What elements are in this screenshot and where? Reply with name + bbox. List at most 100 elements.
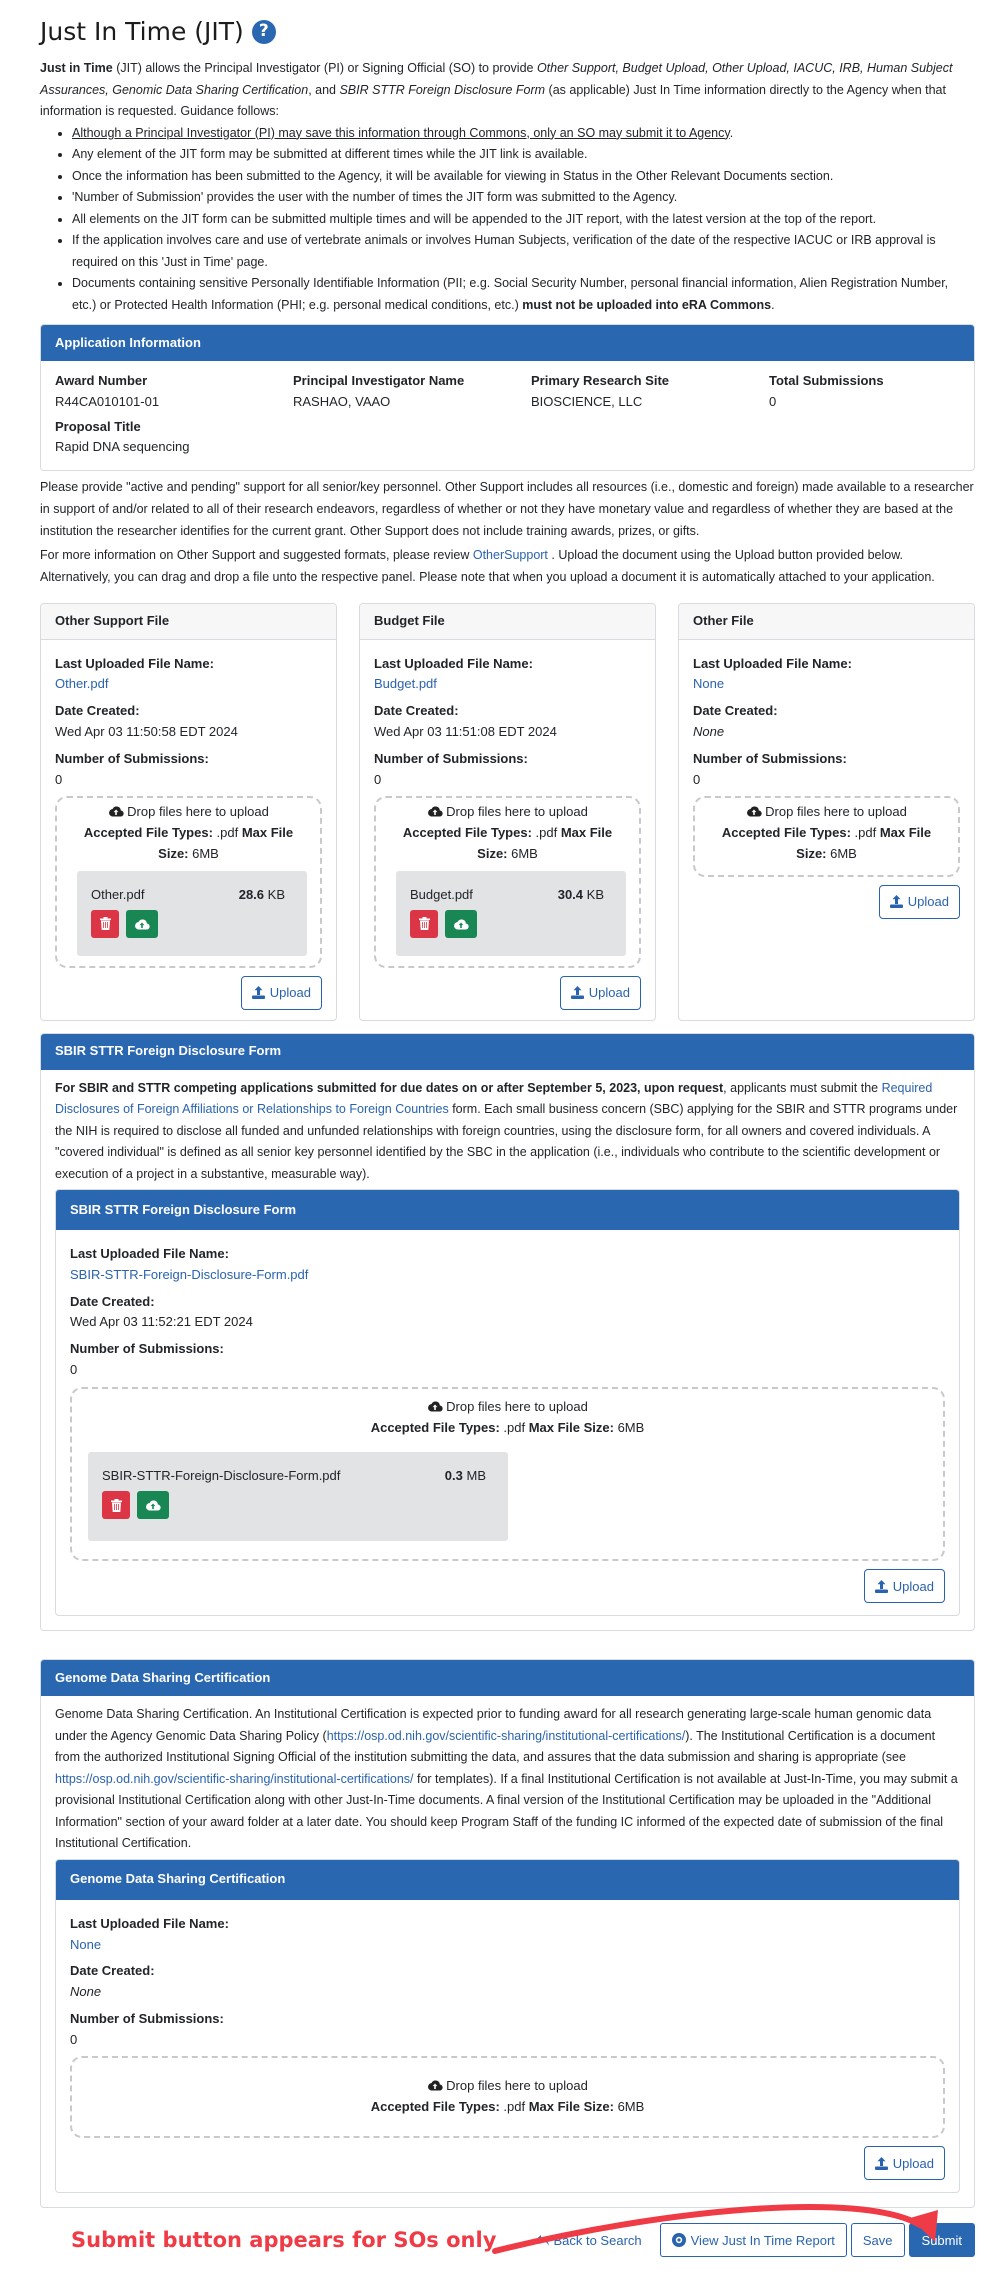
submissions-label: Number of Submissions: bbox=[693, 750, 847, 766]
annotation-text: Submit button appears for SOs only bbox=[71, 2228, 497, 2253]
delete-file-button[interactable] bbox=[410, 909, 438, 938]
delete-file-button[interactable] bbox=[102, 1491, 130, 1520]
sbir-sttr-description: For SBIR and STTR competing applications… bbox=[55, 1080, 958, 1181]
award-number-label: Award Number bbox=[55, 373, 148, 388]
trash-icon bbox=[418, 917, 430, 931]
research-site-label: Primary Research Site bbox=[531, 373, 670, 388]
upload-button[interactable]: Upload bbox=[240, 975, 322, 1010]
application-information-card: Application Information Award Number R44… bbox=[40, 324, 975, 472]
file-dropzone[interactable]: Drop files here to upload Accepted File … bbox=[70, 1386, 945, 1562]
sbir-sttr-form-card: SBIR STTR Foreign Disclosure Form Last U… bbox=[55, 1189, 960, 1617]
guidance-item: Documents containing sensitive Personall… bbox=[72, 273, 961, 316]
submissions-label: Number of Submissions: bbox=[374, 750, 528, 766]
last-uploaded-file-link[interactable]: None bbox=[693, 676, 724, 691]
last-uploaded-label: Last Uploaded File Name: bbox=[55, 655, 214, 671]
proposal-title-label: Proposal Title bbox=[55, 418, 141, 434]
submissions-label: Number of Submissions: bbox=[55, 750, 209, 766]
upload-icon bbox=[570, 986, 584, 1000]
file-dropzone[interactable]: Drop files here to upload Accepted File … bbox=[70, 2056, 945, 2139]
file-preview: Other.pdf 28.6 KB bbox=[77, 870, 307, 956]
file-dropzone[interactable]: Drop files here to upload Accepted File … bbox=[55, 796, 322, 968]
certifications-templates-link[interactable]: https://osp.od.nih.gov/scientific-sharin… bbox=[55, 1772, 414, 1786]
date-created-value: Wed Apr 03 11:51:08 EDT 2024 bbox=[374, 723, 557, 739]
other-support-link[interactable]: OtherSupport bbox=[473, 548, 548, 562]
upload-file-button[interactable] bbox=[445, 909, 477, 938]
upload-button[interactable]: Upload bbox=[878, 884, 960, 919]
cloud-upload-icon bbox=[135, 919, 150, 930]
cloud-upload-icon bbox=[428, 806, 443, 817]
last-uploaded-file-link[interactable]: None bbox=[70, 1937, 101, 1952]
guidance-item: If the application involves care and use… bbox=[72, 230, 961, 273]
genome-data-sharing-section: Genome Data Sharing Certification Genome… bbox=[40, 1659, 975, 2209]
genome-data-sharing-form-card: Genome Data Sharing Certification Last U… bbox=[55, 1858, 960, 2194]
submissions-value: 0 bbox=[70, 1362, 78, 1378]
card-title: Other File bbox=[679, 603, 974, 640]
other-support-file-card: Other Support File Last Uploaded File Na… bbox=[40, 602, 337, 1021]
cloud-upload-icon bbox=[428, 2080, 443, 2091]
date-created-label: Date Created: bbox=[374, 703, 459, 719]
date-created-value: Wed Apr 03 11:50:58 EDT 2024 bbox=[55, 723, 238, 739]
last-uploaded-file-link[interactable]: Budget.pdf bbox=[374, 676, 437, 691]
back-to-search-button[interactable]: Back to Search bbox=[536, 2233, 655, 2248]
guidance-item: Any element of the JIT form may be submi… bbox=[72, 144, 961, 166]
page-title-text: Just In Time (JIT) bbox=[40, 17, 244, 46]
intro-guidance: Just in Time (JIT) allows the Principal … bbox=[40, 58, 961, 316]
other-support-instructions: Please provide "active and pending" supp… bbox=[40, 477, 975, 588]
date-created-value: None bbox=[70, 1984, 102, 2000]
upload-icon bbox=[889, 895, 903, 909]
question-circle-icon[interactable]: ? bbox=[251, 20, 276, 44]
certifications-link[interactable]: https://osp.od.nih.gov/scientific-sharin… bbox=[327, 1729, 686, 1743]
pi-name: RASHAO, VAAO bbox=[293, 393, 391, 409]
submissions-label: Number of Submissions: bbox=[70, 1341, 224, 1357]
file-upload-cards: Other Support File Last Uploaded File Na… bbox=[40, 602, 975, 1021]
eye-icon bbox=[671, 2233, 686, 2248]
upload-button[interactable]: Upload bbox=[559, 975, 641, 1010]
date-created-label: Date Created: bbox=[693, 703, 778, 719]
upload-button[interactable]: Upload bbox=[863, 2146, 945, 2181]
upload-file-button[interactable] bbox=[137, 1491, 169, 1520]
date-created-value: None bbox=[693, 723, 725, 739]
preview-file-size: 30.4 KB bbox=[557, 886, 604, 902]
pi-name-label: Principal Investigator Name bbox=[293, 373, 465, 388]
submissions-label: Number of Submissions: bbox=[70, 2010, 224, 2026]
upload-file-button[interactable] bbox=[126, 909, 158, 938]
genome-data-sharing-form-header: Genome Data Sharing Certification bbox=[56, 1859, 959, 1900]
submissions-value: 0 bbox=[693, 771, 701, 787]
other-support-paragraph: Please provide "active and pending" supp… bbox=[40, 480, 974, 538]
reply-arrow-icon bbox=[536, 2234, 550, 2246]
total-submissions: 0 bbox=[769, 393, 777, 409]
genome-data-sharing-description: Genome Data Sharing Certification. An In… bbox=[55, 1707, 958, 1851]
file-dropzone[interactable]: Drop files here to upload Accepted File … bbox=[374, 796, 641, 968]
cloud-upload-icon bbox=[109, 806, 124, 817]
card-title: Budget File bbox=[360, 603, 655, 640]
guidance-item: Once the information has been submitted … bbox=[72, 166, 961, 188]
cloud-upload-icon bbox=[454, 919, 469, 930]
last-uploaded-label: Last Uploaded File Name: bbox=[70, 1246, 229, 1262]
trash-icon bbox=[110, 1498, 122, 1512]
submit-button[interactable]: Submit bbox=[908, 2223, 975, 2258]
last-uploaded-label: Last Uploaded File Name: bbox=[374, 655, 533, 671]
budget-file-card: Budget File Last Uploaded File Name: Bud… bbox=[359, 602, 656, 1021]
file-dropzone[interactable]: Drop files here to upload Accepted File … bbox=[693, 796, 960, 877]
guidance-item: All elements on the JIT form can be subm… bbox=[72, 209, 961, 231]
submissions-value: 0 bbox=[70, 2031, 78, 2047]
cloud-upload-icon bbox=[428, 1401, 443, 1412]
upload-button[interactable]: Upload bbox=[863, 1569, 945, 1604]
file-preview: Budget.pdf 30.4 KB bbox=[396, 870, 626, 956]
delete-file-button[interactable] bbox=[91, 909, 119, 938]
guidance-list: Although a Principal Investigator (PI) m… bbox=[40, 123, 961, 317]
upload-icon bbox=[874, 1579, 888, 1593]
sbir-sttr-form-header: SBIR STTR Foreign Disclosure Form bbox=[56, 1190, 959, 1231]
submissions-value: 0 bbox=[55, 771, 63, 787]
file-preview: SBIR-STTR-Foreign-Disclosure-Form.pdf 0.… bbox=[88, 1452, 508, 1542]
view-report-button[interactable]: View Just In Time Report bbox=[659, 2223, 847, 2258]
preview-file-name: SBIR-STTR-Foreign-Disclosure-Form.pdf bbox=[102, 1468, 341, 1484]
date-created-label: Date Created: bbox=[70, 1963, 155, 1979]
last-uploaded-label: Last Uploaded File Name: bbox=[693, 655, 852, 671]
footer-actions: Submit button appears for SOs only Back … bbox=[40, 2204, 975, 2260]
guidance-item: Although a Principal Investigator (PI) m… bbox=[72, 123, 961, 145]
last-uploaded-file-link[interactable]: Other.pdf bbox=[55, 676, 108, 691]
save-button[interactable]: Save bbox=[850, 2223, 905, 2258]
last-uploaded-file-link[interactable]: SBIR-STTR-Foreign-Disclosure-Form.pdf bbox=[70, 1267, 308, 1282]
other-file-card: Other File Last Uploaded File Name: None… bbox=[678, 602, 975, 1021]
